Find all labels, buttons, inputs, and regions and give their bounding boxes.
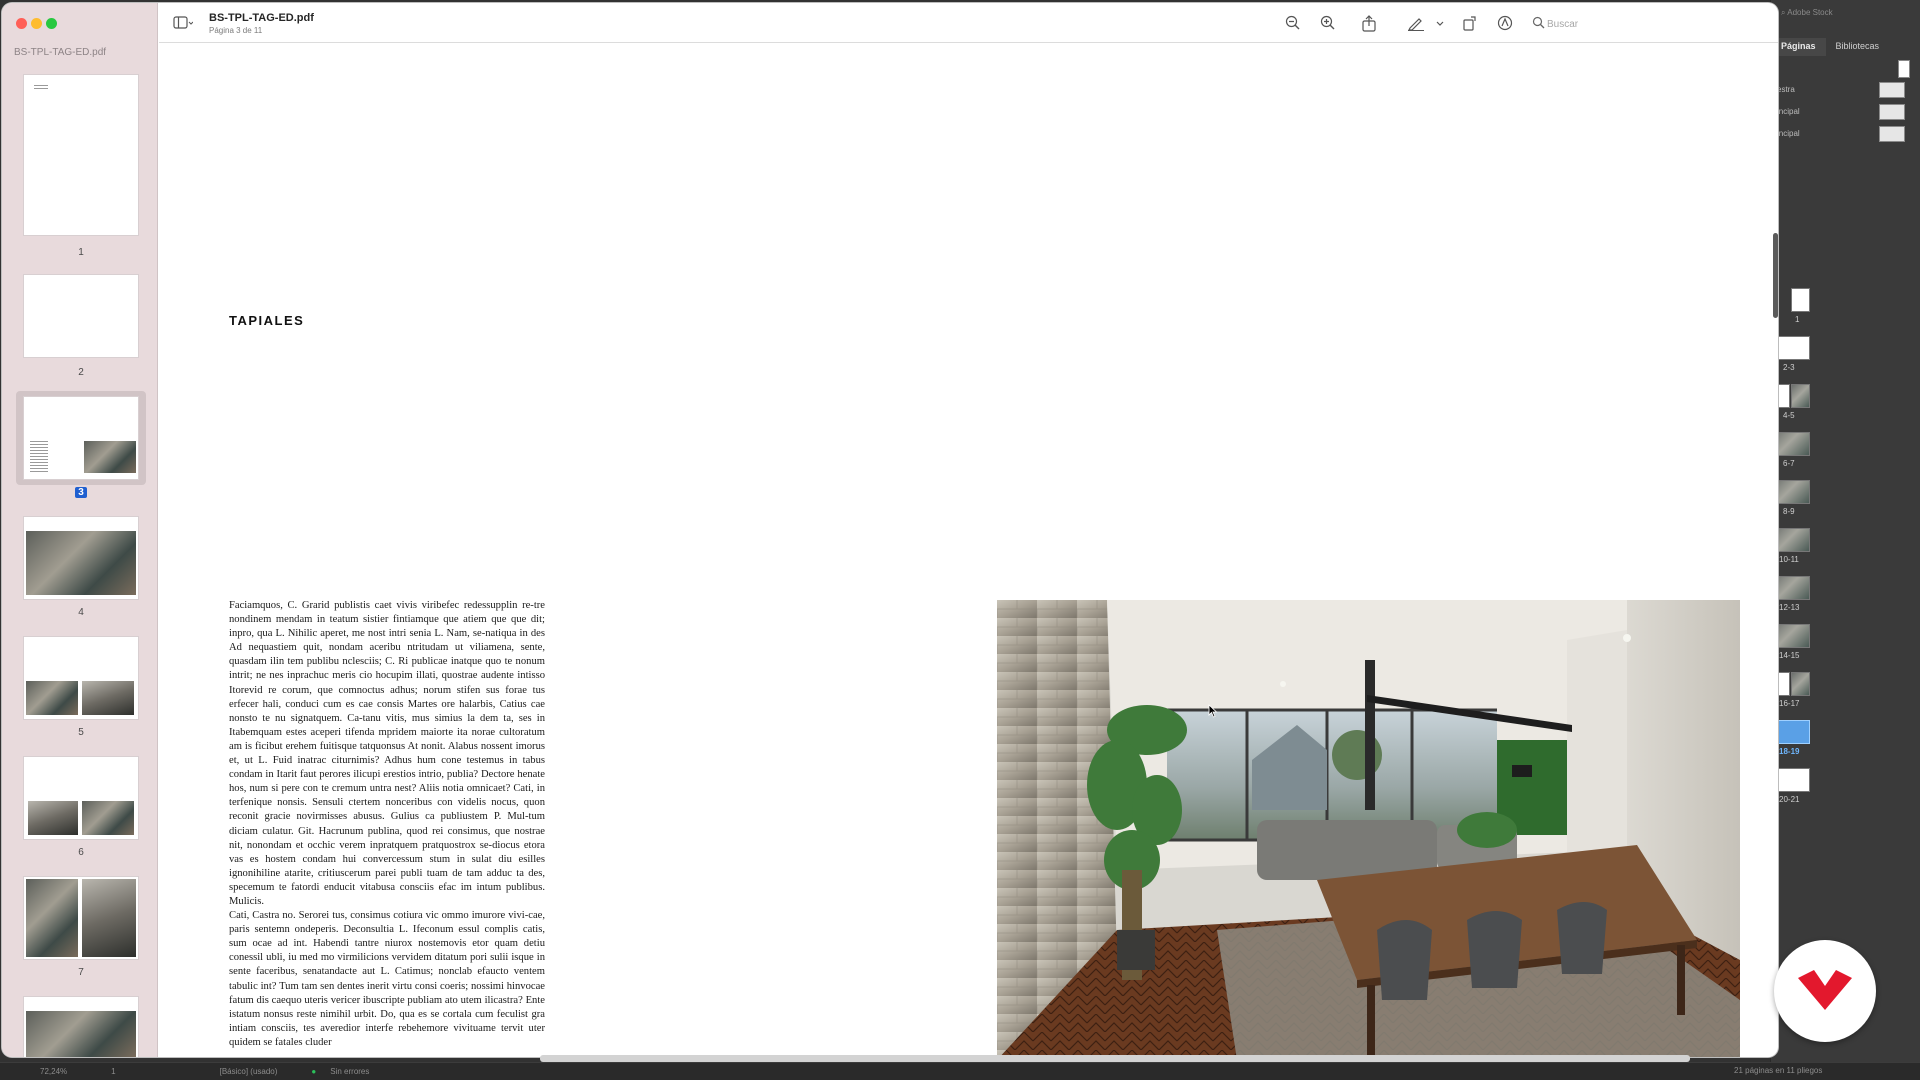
search-icon: ⌕: [1781, 8, 1786, 17]
minimize-window-button[interactable]: [31, 18, 42, 29]
master-thumbnail: [1879, 104, 1905, 120]
thumbnail-label: 6: [78, 847, 84, 858]
sidebar-doc-title: BS-TPL-TAG-ED.pdf: [14, 47, 107, 58]
spread-12-13[interactable]: 12-13: [1771, 576, 1920, 624]
body-text: Faciamquos, C. Grarid publistis caet viv…: [229, 599, 545, 1050]
markup-pen-icon[interactable]: [1407, 15, 1425, 33]
panel-tabs: Páginas Bibliotecas: [1771, 38, 1920, 56]
thumbnail-label: 4: [78, 607, 84, 618]
page-thumbnail-5[interactable]: [24, 637, 138, 719]
spread-8-9[interactable]: 8-9: [1771, 480, 1920, 528]
thumbnail-label: 5: [78, 727, 84, 738]
vertical-scrollbar[interactable]: [1773, 233, 1778, 318]
spread-2-3[interactable]: 2-3: [1771, 336, 1920, 384]
pages-summary: 21 páginas en 11 pliegos: [1734, 1066, 1823, 1075]
spread-6-7[interactable]: 6-7: [1771, 432, 1920, 480]
mouse-cursor-icon: [1208, 704, 1218, 723]
master-row[interactable]: estra: [1771, 82, 1920, 98]
zoom-level[interactable]: 72,24%: [40, 1067, 67, 1076]
adobe-stock-search[interactable]: ⌕ Adobe Stock: [1781, 8, 1833, 18]
style-label[interactable]: [Básico] (usado): [220, 1067, 278, 1076]
tab-bibliotecas[interactable]: Bibliotecas: [1826, 38, 1890, 56]
spread-18-19[interactable]: 18-19: [1771, 720, 1920, 768]
indesign-status-bar: 72,24% 1 [Básico] (usado) ● Sin errores …: [0, 1062, 1920, 1080]
pages-panel: ⌕ Adobe Stock Páginas Bibliotecas estra …: [1770, 0, 1920, 1062]
page-thumbnail-1[interactable]: [24, 75, 138, 235]
preflight-status[interactable]: Sin errores: [330, 1067, 369, 1076]
search-box[interactable]: [1529, 14, 1769, 34]
page-thumbnail-8[interactable]: [24, 997, 138, 1057]
zoom-out-icon[interactable]: [1285, 15, 1303, 33]
spread-20-21[interactable]: 20-21: [1771, 768, 1920, 816]
thumbnail-label-selected: 3: [24, 487, 138, 498]
brand-logo-badge: [1774, 940, 1876, 1042]
tab-paginas[interactable]: Páginas: [1771, 38, 1826, 56]
close-window-button[interactable]: [16, 18, 27, 29]
master-thumbnail: [1879, 126, 1905, 142]
preview-window: BS-TPL-TAG-ED.pdf 1 2 3 4 5 6 7 BS-TPL-T…: [2, 3, 1778, 1057]
page-thumbnail-6[interactable]: [24, 757, 138, 839]
pdf-page-view[interactable]: TAPIALES Faciamquos, C. Grarid publistis…: [159, 44, 1771, 1057]
thumbnail-label: 1: [78, 247, 84, 258]
spread-14-15[interactable]: 14-15: [1771, 624, 1920, 672]
document-title: BS-TPL-TAG-ED.pdf: [209, 12, 314, 24]
search-input[interactable]: [1547, 16, 1757, 32]
page-thumbnail-4[interactable]: [24, 517, 138, 599]
spread-4-5[interactable]: 4-5: [1771, 384, 1920, 432]
horizontal-scrollbar[interactable]: [540, 1055, 1690, 1062]
thumbnail-label: 7: [78, 967, 84, 978]
search-icon: [1532, 16, 1545, 34]
spread-16-17[interactable]: 16-17: [1771, 672, 1920, 720]
none-master-page[interactable]: [1898, 60, 1910, 78]
master-row[interactable]: incipal: [1771, 126, 1920, 142]
body-paragraph: Cati, Castra no. Serorei tus, consimus c…: [229, 910, 545, 1048]
master-thumbnail: [1879, 82, 1905, 98]
page-thumbnail-3[interactable]: [24, 397, 138, 479]
page-heading: TAPIALES: [229, 313, 305, 328]
page-thumbnail-7[interactable]: [24, 877, 138, 959]
thumbnail-sidebar: BS-TPL-TAG-ED.pdf 1 2 3 4 5 6 7: [2, 3, 158, 1057]
preflight-ok-icon: ●: [311, 1067, 317, 1076]
rotate-icon[interactable]: [1462, 15, 1480, 33]
page-thumbnail-2[interactable]: [24, 275, 138, 357]
zoom-in-icon[interactable]: [1320, 15, 1338, 33]
sidebar-toggle-icon[interactable]: [173, 15, 194, 33]
spread-10-11[interactable]: 10-11: [1771, 528, 1920, 576]
thumbnail-label: 2: [78, 367, 84, 378]
page-indicator: Página 3 de 11: [209, 26, 263, 35]
chevron-down-icon[interactable]: [1435, 15, 1445, 33]
interior-photo: [997, 600, 1740, 1057]
spread-1[interactable]: 1: [1771, 288, 1920, 336]
master-row[interactable]: incipal: [1771, 104, 1920, 120]
toolbar: BS-TPL-TAG-ED.pdf Página 3 de 11: [159, 3, 1778, 43]
share-icon[interactable]: [1361, 15, 1379, 33]
body-paragraph: Faciamquos, C. Grarid publistis caet viv…: [229, 600, 545, 907]
annotate-icon[interactable]: [1497, 15, 1515, 33]
page-field[interactable]: 1: [111, 1067, 115, 1076]
zoom-window-button[interactable]: [46, 18, 57, 29]
